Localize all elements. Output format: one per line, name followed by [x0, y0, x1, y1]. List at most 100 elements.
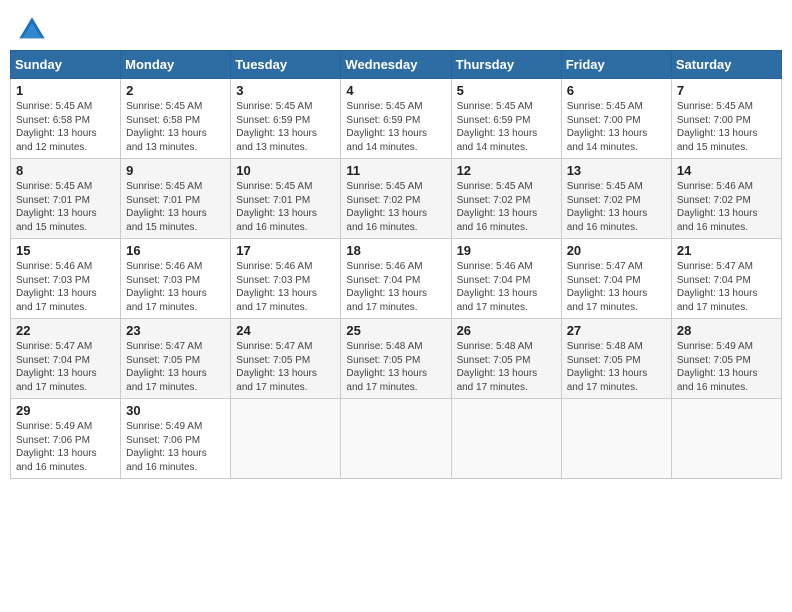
day-info: Sunrise: 5:47 AMSunset: 7:05 PMDaylight:… — [236, 341, 317, 393]
day-info: Sunrise: 5:46 AMSunset: 7:03 PMDaylight:… — [236, 261, 317, 313]
header-sunday: Sunday — [11, 51, 121, 79]
day-info: Sunrise: 5:45 AMSunset: 6:59 PMDaylight:… — [346, 101, 427, 153]
calendar-week-3: 15 Sunrise: 5:46 AMSunset: 7:03 PMDaylig… — [11, 239, 782, 319]
calendar-cell: 21 Sunrise: 5:47 AMSunset: 7:04 PMDaylig… — [671, 239, 781, 319]
calendar-cell: 11 Sunrise: 5:45 AMSunset: 7:02 PMDaylig… — [341, 159, 451, 239]
calendar-cell: 24 Sunrise: 5:47 AMSunset: 7:05 PMDaylig… — [231, 319, 341, 399]
day-number: 12 — [457, 163, 556, 178]
day-info: Sunrise: 5:46 AMSunset: 7:04 PMDaylight:… — [346, 261, 427, 313]
calendar-cell: 9 Sunrise: 5:45 AMSunset: 7:01 PMDayligh… — [121, 159, 231, 239]
calendar-cell: 7 Sunrise: 5:45 AMSunset: 7:00 PMDayligh… — [671, 79, 781, 159]
calendar-cell: 29 Sunrise: 5:49 AMSunset: 7:06 PMDaylig… — [11, 399, 121, 479]
calendar-cell: 18 Sunrise: 5:46 AMSunset: 7:04 PMDaylig… — [341, 239, 451, 319]
calendar-cell: 4 Sunrise: 5:45 AMSunset: 6:59 PMDayligh… — [341, 79, 451, 159]
calendar-header-row: SundayMondayTuesdayWednesdayThursdayFrid… — [11, 51, 782, 79]
day-info: Sunrise: 5:45 AMSunset: 7:02 PMDaylight:… — [346, 181, 427, 233]
calendar-cell — [561, 399, 671, 479]
day-number: 4 — [346, 83, 445, 98]
calendar-cell: 17 Sunrise: 5:46 AMSunset: 7:03 PMDaylig… — [231, 239, 341, 319]
calendar-cell: 22 Sunrise: 5:47 AMSunset: 7:04 PMDaylig… — [11, 319, 121, 399]
day-info: Sunrise: 5:47 AMSunset: 7:04 PMDaylight:… — [16, 341, 97, 393]
day-number: 19 — [457, 243, 556, 258]
day-number: 29 — [16, 403, 115, 418]
day-info: Sunrise: 5:45 AMSunset: 6:58 PMDaylight:… — [16, 101, 97, 153]
calendar-cell: 3 Sunrise: 5:45 AMSunset: 6:59 PMDayligh… — [231, 79, 341, 159]
day-info: Sunrise: 5:49 AMSunset: 7:05 PMDaylight:… — [677, 341, 758, 393]
calendar-cell: 28 Sunrise: 5:49 AMSunset: 7:05 PMDaylig… — [671, 319, 781, 399]
day-number: 6 — [567, 83, 666, 98]
calendar-cell: 2 Sunrise: 5:45 AMSunset: 6:58 PMDayligh… — [121, 79, 231, 159]
day-info: Sunrise: 5:45 AMSunset: 7:00 PMDaylight:… — [677, 101, 758, 153]
calendar-cell — [451, 399, 561, 479]
day-info: Sunrise: 5:49 AMSunset: 7:06 PMDaylight:… — [16, 421, 97, 473]
calendar-cell — [341, 399, 451, 479]
header-friday: Friday — [561, 51, 671, 79]
day-info: Sunrise: 5:47 AMSunset: 7:05 PMDaylight:… — [126, 341, 207, 393]
calendar-week-1: 1 Sunrise: 5:45 AMSunset: 6:58 PMDayligh… — [11, 79, 782, 159]
day-number: 9 — [126, 163, 225, 178]
calendar-cell: 16 Sunrise: 5:46 AMSunset: 7:03 PMDaylig… — [121, 239, 231, 319]
calendar-cell: 20 Sunrise: 5:47 AMSunset: 7:04 PMDaylig… — [561, 239, 671, 319]
day-info: Sunrise: 5:48 AMSunset: 7:05 PMDaylight:… — [567, 341, 648, 393]
calendar-cell: 6 Sunrise: 5:45 AMSunset: 7:00 PMDayligh… — [561, 79, 671, 159]
calendar-cell: 23 Sunrise: 5:47 AMSunset: 7:05 PMDaylig… — [121, 319, 231, 399]
day-info: Sunrise: 5:45 AMSunset: 7:02 PMDaylight:… — [567, 181, 648, 233]
day-number: 7 — [677, 83, 776, 98]
calendar-cell: 1 Sunrise: 5:45 AMSunset: 6:58 PMDayligh… — [11, 79, 121, 159]
day-info: Sunrise: 5:45 AMSunset: 7:02 PMDaylight:… — [457, 181, 538, 233]
calendar-cell: 25 Sunrise: 5:48 AMSunset: 7:05 PMDaylig… — [341, 319, 451, 399]
logo — [18, 16, 50, 44]
day-number: 21 — [677, 243, 776, 258]
calendar-week-2: 8 Sunrise: 5:45 AMSunset: 7:01 PMDayligh… — [11, 159, 782, 239]
day-info: Sunrise: 5:49 AMSunset: 7:06 PMDaylight:… — [126, 421, 207, 473]
day-number: 24 — [236, 323, 335, 338]
day-info: Sunrise: 5:45 AMSunset: 7:01 PMDaylight:… — [16, 181, 97, 233]
day-number: 27 — [567, 323, 666, 338]
day-number: 16 — [126, 243, 225, 258]
calendar-cell: 8 Sunrise: 5:45 AMSunset: 7:01 PMDayligh… — [11, 159, 121, 239]
day-number: 20 — [567, 243, 666, 258]
calendar-week-4: 22 Sunrise: 5:47 AMSunset: 7:04 PMDaylig… — [11, 319, 782, 399]
header-wednesday: Wednesday — [341, 51, 451, 79]
calendar-cell: 19 Sunrise: 5:46 AMSunset: 7:04 PMDaylig… — [451, 239, 561, 319]
calendar-cell: 30 Sunrise: 5:49 AMSunset: 7:06 PMDaylig… — [121, 399, 231, 479]
day-info: Sunrise: 5:45 AMSunset: 6:58 PMDaylight:… — [126, 101, 207, 153]
calendar-cell: 15 Sunrise: 5:46 AMSunset: 7:03 PMDaylig… — [11, 239, 121, 319]
day-number: 23 — [126, 323, 225, 338]
calendar-cell: 14 Sunrise: 5:46 AMSunset: 7:02 PMDaylig… — [671, 159, 781, 239]
day-info: Sunrise: 5:46 AMSunset: 7:02 PMDaylight:… — [677, 181, 758, 233]
day-number: 25 — [346, 323, 445, 338]
day-number: 18 — [346, 243, 445, 258]
calendar-cell — [231, 399, 341, 479]
day-number: 11 — [346, 163, 445, 178]
day-info: Sunrise: 5:46 AMSunset: 7:03 PMDaylight:… — [16, 261, 97, 313]
day-number: 1 — [16, 83, 115, 98]
logo-icon — [18, 16, 46, 44]
day-number: 5 — [457, 83, 556, 98]
day-info: Sunrise: 5:45 AMSunset: 7:01 PMDaylight:… — [236, 181, 317, 233]
calendar-week-5: 29 Sunrise: 5:49 AMSunset: 7:06 PMDaylig… — [11, 399, 782, 479]
header-saturday: Saturday — [671, 51, 781, 79]
day-number: 15 — [16, 243, 115, 258]
day-info: Sunrise: 5:48 AMSunset: 7:05 PMDaylight:… — [457, 341, 538, 393]
calendar-cell: 26 Sunrise: 5:48 AMSunset: 7:05 PMDaylig… — [451, 319, 561, 399]
calendar-cell: 13 Sunrise: 5:45 AMSunset: 7:02 PMDaylig… — [561, 159, 671, 239]
day-info: Sunrise: 5:45 AMSunset: 7:01 PMDaylight:… — [126, 181, 207, 233]
day-number: 10 — [236, 163, 335, 178]
day-info: Sunrise: 5:46 AMSunset: 7:03 PMDaylight:… — [126, 261, 207, 313]
day-info: Sunrise: 5:45 AMSunset: 7:00 PMDaylight:… — [567, 101, 648, 153]
day-info: Sunrise: 5:46 AMSunset: 7:04 PMDaylight:… — [457, 261, 538, 313]
day-info: Sunrise: 5:45 AMSunset: 6:59 PMDaylight:… — [236, 101, 317, 153]
day-number: 30 — [126, 403, 225, 418]
calendar-cell: 12 Sunrise: 5:45 AMSunset: 7:02 PMDaylig… — [451, 159, 561, 239]
day-number: 28 — [677, 323, 776, 338]
day-number: 14 — [677, 163, 776, 178]
day-number: 2 — [126, 83, 225, 98]
day-number: 8 — [16, 163, 115, 178]
day-number: 3 — [236, 83, 335, 98]
header-thursday: Thursday — [451, 51, 561, 79]
page-header — [10, 10, 782, 44]
calendar-cell — [671, 399, 781, 479]
day-number: 22 — [16, 323, 115, 338]
calendar-cell: 5 Sunrise: 5:45 AMSunset: 6:59 PMDayligh… — [451, 79, 561, 159]
